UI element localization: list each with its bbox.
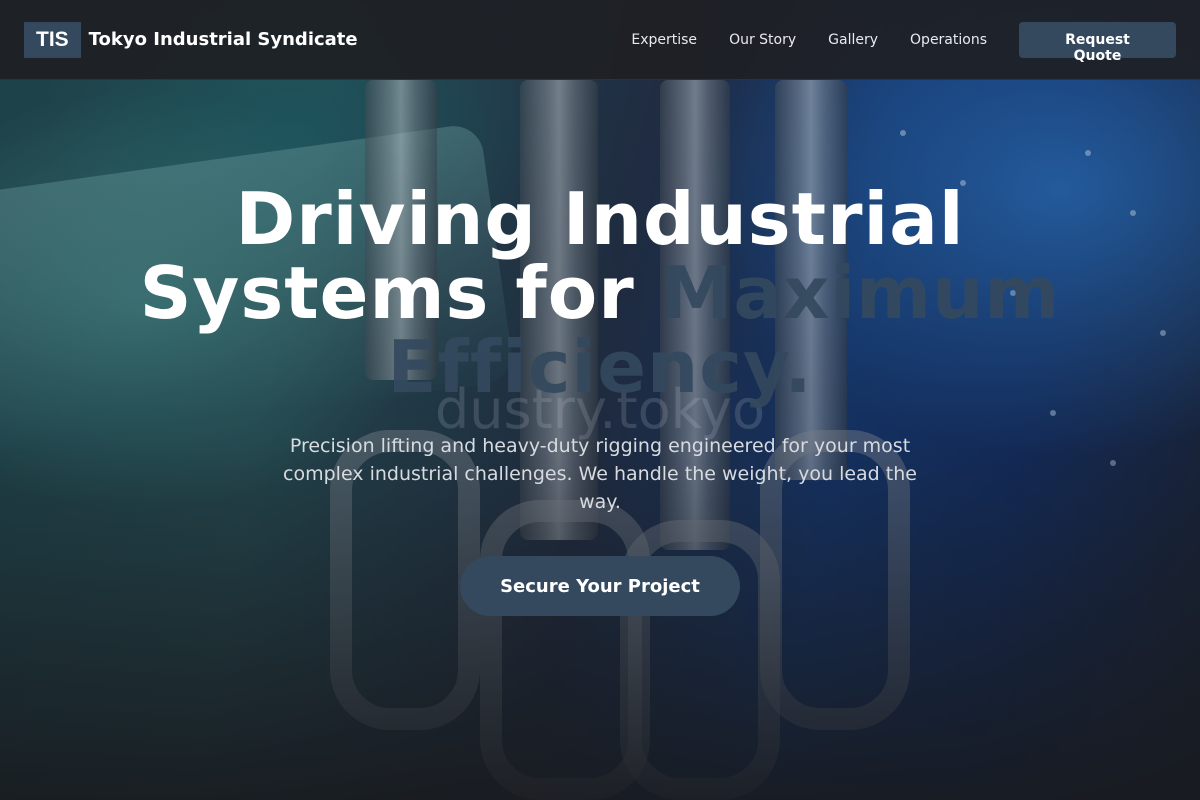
nav-link-expertise[interactable]: Expertise [615, 24, 713, 56]
brand-home-link[interactable]: TIS Tokyo Industrial Syndicate [24, 21, 358, 58]
hero-subtext: Precision lifting and heavy-duty rigging… [283, 435, 917, 513]
request-quote-button[interactable]: Request Quote [1019, 21, 1176, 64]
nav-link-our-story[interactable]: Our Story [713, 24, 812, 56]
brand-logo: TIS [24, 21, 81, 58]
secure-project-button[interactable]: Secure Your Project [460, 556, 740, 616]
nav-right-group: Expertise Our Story Gallery Operations R… [615, 21, 1176, 64]
brand-name: Tokyo Industrial Syndicate [88, 29, 358, 50]
top-navbar: TIS Tokyo Industrial Syndicate Expertise… [0, 0, 1200, 80]
hero-headline: Driving Industrial Systems for Maximum E… [120, 182, 1080, 404]
hero-section: Driving Industrial Systems for Maximum E… [0, 182, 1200, 616]
nav-links: Expertise Our Story Gallery Operations [615, 24, 1003, 56]
nav-link-operations[interactable]: Operations [894, 24, 1003, 56]
nav-link-gallery[interactable]: Gallery [812, 24, 894, 56]
